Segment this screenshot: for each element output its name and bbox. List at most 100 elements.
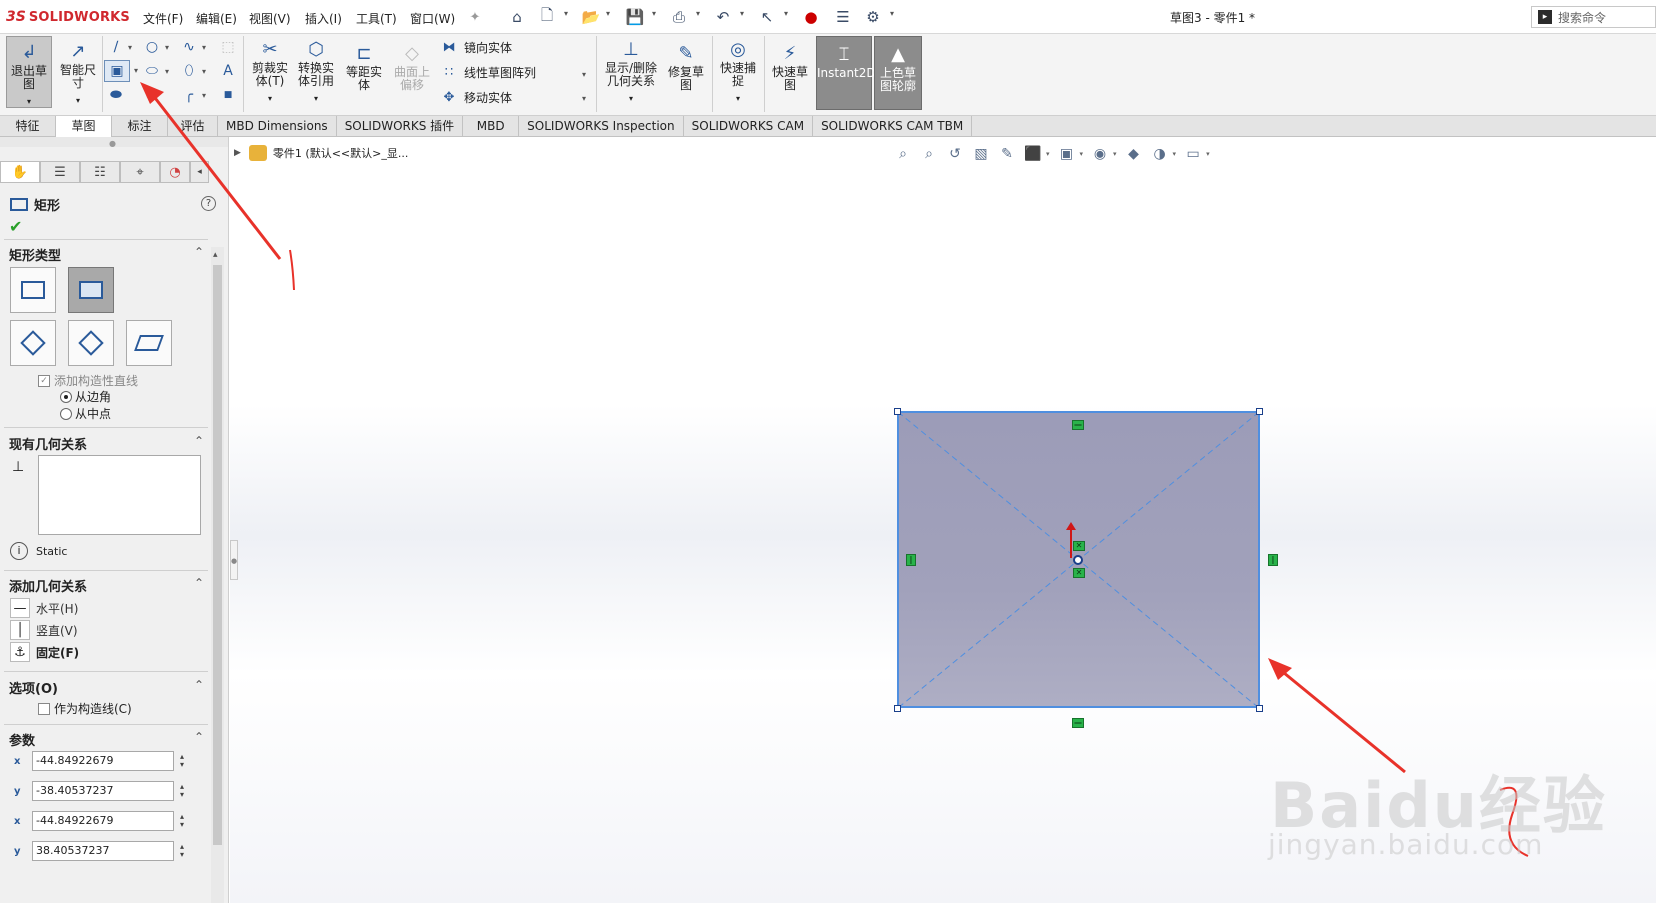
surface-offset-button[interactable]: ◇ 曲面上偏移 — [390, 42, 434, 102]
tab-mbd-dimensions[interactable]: MBD Dimensions — [218, 116, 337, 137]
menu-window[interactable]: 窗口(W) — [410, 10, 455, 27]
save-icon[interactable]: 💾 — [624, 7, 646, 27]
select-cursor-icon[interactable]: ↖ — [756, 7, 778, 27]
vertical-relation-badge[interactable]: | — [906, 554, 916, 566]
chevron-down-icon[interactable]: ▾ — [1046, 150, 1050, 158]
chevron-down-icon[interactable]: ▾ — [165, 67, 169, 76]
display-manager-tab[interactable]: ◔ — [160, 161, 190, 183]
tab-solidworks-cam-tbm[interactable]: SOLIDWORKS CAM TBM — [813, 116, 973, 137]
add-relations-section-header[interactable]: 添加几何关系 ⌃ — [9, 576, 204, 596]
rect-type-section-header[interactable]: 矩形类型 ⌃ — [9, 245, 204, 265]
fillet-icon[interactable]: ╭ — [179, 86, 199, 104]
ok-checkmark-icon[interactable]: ✔ — [9, 217, 22, 236]
existing-relations-section-header[interactable]: 现有几何关系 ⌃ — [9, 434, 204, 454]
scrollbar[interactable]: ▴ — [211, 247, 224, 903]
3point-center-rectangle-button[interactable] — [68, 320, 114, 366]
chevron-down-icon[interactable]: ▾ — [564, 9, 568, 18]
chevron-down-icon[interactable]: ▾ — [1113, 150, 1117, 158]
chevron-up-icon[interactable]: ⌃ — [194, 245, 204, 259]
print-icon[interactable]: ⎙ — [668, 7, 690, 27]
chevron-down-icon[interactable]: ▾ — [128, 43, 132, 52]
tab-evaluate[interactable]: 评估 — [168, 116, 218, 137]
previous-view-icon[interactable]: ↺ — [942, 144, 968, 164]
hide-show-items-icon[interactable]: ◉ — [1087, 144, 1113, 164]
ellipse-icon[interactable]: ⬯ — [179, 62, 199, 80]
offset-entities-button[interactable]: ⊏ 等距实体 — [342, 42, 386, 102]
convert-entities-button[interactable]: ⬡ 转换实体引用 ▾ — [294, 38, 338, 110]
corner-y-field[interactable]: 38.40537237 — [32, 841, 174, 861]
polygon-icon[interactable]: ⬡ — [142, 86, 162, 104]
chevron-down-icon[interactable]: ▾ — [134, 66, 138, 75]
chevron-down-icon[interactable]: ▾ — [7, 95, 51, 108]
chevron-down-icon[interactable]: ▾ — [600, 92, 662, 105]
options-section-header[interactable]: 选项(O) ⌃ — [9, 678, 204, 698]
spinner-icon[interactable]: ▴ ▾ — [180, 813, 192, 829]
quick-snaps-button[interactable]: ◎ 快速捕捉 ▾ — [716, 38, 760, 110]
shaded-sketch-contours-button[interactable]: ▲ 上色草图轮廓 — [874, 36, 922, 110]
pin-icon[interactable]: ✦ — [464, 7, 486, 27]
spline-icon[interactable]: ∿ — [179, 38, 199, 56]
add-vertical-relation[interactable]: │ 竖直(V) — [10, 620, 78, 640]
slot-icon[interactable]: ⬭ — [142, 62, 162, 80]
from-midpoint-radio[interactable]: 从中点 — [60, 405, 111, 422]
section-view-icon[interactable]: ▧ — [968, 144, 994, 164]
menu-view[interactable]: 视图(V) — [249, 10, 291, 27]
home-icon[interactable]: ⌂ — [506, 7, 528, 27]
chevron-down-icon[interactable]: ▾ — [652, 9, 656, 18]
chevron-down-icon[interactable]: ▾ — [740, 9, 744, 18]
new-document-icon[interactable]: 🗋 — [536, 6, 558, 27]
display-relations-button[interactable]: ⊥ 显示/删除几何关系 ▾ — [600, 38, 662, 110]
midpoint-relation-badge[interactable]: ✕ — [1073, 568, 1085, 578]
smart-dimension-button[interactable]: ↗ 智能尺寸 ▾ — [56, 36, 100, 108]
spinner-icon[interactable]: ▴ ▾ — [180, 783, 192, 799]
corner-rectangle-button[interactable] — [10, 267, 56, 313]
horizontal-relation-badge[interactable]: — — [1072, 420, 1084, 430]
flyout-feature-tree[interactable]: ▶ 零件1 (默认<<默认>_显... — [234, 145, 408, 161]
add-horizontal-relation[interactable]: — 水平(H) — [10, 598, 78, 618]
instant2d-button[interactable]: ⌶ Instant2D — [816, 36, 876, 110]
tab-solidworks-cam[interactable]: SOLIDWORKS CAM — [684, 116, 814, 137]
vertical-relation-badge[interactable]: | — [1268, 554, 1278, 566]
zoom-to-fit-icon[interactable]: ⌕ — [890, 144, 916, 164]
chevron-down-icon[interactable]: ▾ — [582, 70, 586, 79]
3point-corner-rectangle-button[interactable] — [10, 320, 56, 366]
chevron-down-icon[interactable]: ▾ — [784, 9, 788, 18]
view-settings-monitor-icon[interactable]: ▭ — [1180, 144, 1206, 164]
dimxpert-manager-tab[interactable]: ⌖ — [120, 161, 160, 183]
linear-pattern-button[interactable]: ∷ 线性草图阵列 — [440, 64, 536, 81]
exit-sketch-button[interactable]: ↲ 退出草图 ▾ — [6, 36, 52, 108]
add-construction-lines-checkbox[interactable]: ✓ 添加构造性直线 — [38, 372, 138, 389]
options-gear-icon[interactable]: ⚙ — [862, 7, 884, 27]
chevron-right-icon[interactable]: ▶ — [234, 148, 241, 158]
chevron-down-icon[interactable]: ▾ — [696, 9, 700, 18]
line-icon[interactable]: ∕ — [106, 38, 126, 56]
corner-x-field[interactable]: -44.84922679 — [32, 811, 174, 831]
file-properties-icon[interactable]: ☰ — [832, 7, 854, 27]
chevron-up-icon[interactable]: ⌃ — [194, 576, 204, 590]
horizontal-relation-badge[interactable]: — — [1072, 718, 1084, 728]
circle-icon[interactable]: ○ — [142, 38, 162, 56]
tab-solidworks-inspection[interactable]: SOLIDWORKS Inspection — [519, 116, 684, 137]
mirror-entities-button[interactable]: ⧓ 镜向实体 — [440, 39, 513, 56]
menu-tools[interactable]: 工具(T) — [356, 10, 397, 27]
chevron-down-icon[interactable]: ▾ — [716, 92, 760, 105]
chevron-down-icon[interactable]: ▾ — [56, 94, 100, 107]
scrollbar-thumb[interactable] — [213, 265, 222, 845]
edit-appearance-icon[interactable]: ◆ — [1121, 144, 1147, 164]
from-corner-radio[interactable]: 从边角 — [60, 388, 111, 405]
feature-manager-tab[interactable]: ✋ — [0, 161, 40, 183]
trim-entities-button[interactable]: ✂ 剪裁实体(T) ▾ — [248, 38, 292, 110]
help-icon[interactable]: ? — [201, 196, 216, 211]
for-construction-checkbox[interactable]: 作为构造线(C) — [38, 700, 132, 717]
sketch-vertex[interactable] — [894, 705, 901, 712]
tab-scroll-arrows[interactable]: ◂ — [190, 161, 209, 183]
view-orientation-icon[interactable]: ⬛ — [1020, 144, 1046, 164]
search-input[interactable]: ▸ 搜索命令 — [1531, 6, 1656, 28]
chevron-down-icon[interactable]: ▾ — [1206, 150, 1210, 158]
sketch-vertex[interactable] — [1256, 705, 1263, 712]
repair-sketch-button[interactable]: ✎ 修复草图 — [664, 42, 708, 102]
chevron-down-icon[interactable]: ▾ — [1173, 150, 1177, 158]
existing-relations-list[interactable] — [38, 455, 201, 535]
open-folder-icon[interactable]: 📂 — [580, 7, 602, 27]
center-x-field[interactable]: -44.84922679 — [32, 751, 174, 771]
